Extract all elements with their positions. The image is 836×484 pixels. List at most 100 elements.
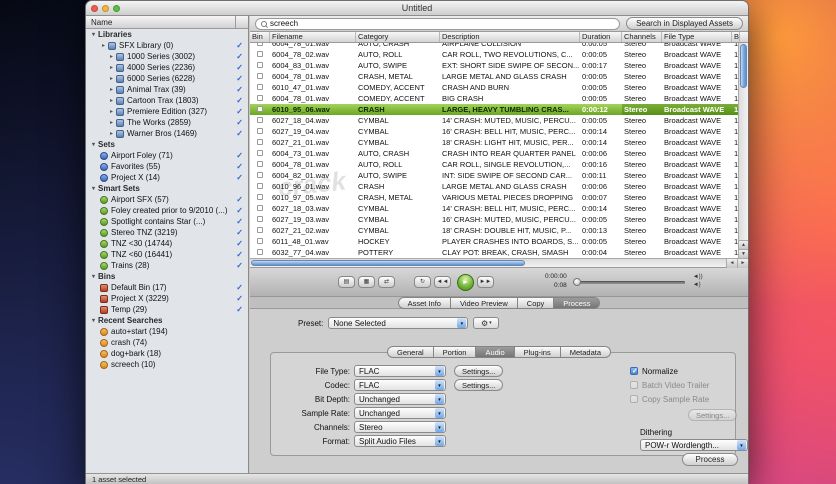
loop-button[interactable]: ↻ xyxy=(414,276,431,288)
field-dropdown-file-type[interactable]: FLAC ▼ xyxy=(354,365,446,377)
volume-control[interactable]: ◄)) ◄) xyxy=(693,274,703,290)
table-row[interactable]: 6010_97_05.wav CRASH, METAL VARIOUS METAL … xyxy=(250,192,738,203)
preset-dropdown[interactable]: None Selected ▼ xyxy=(328,317,469,329)
table-row[interactable]: 6010_96_01.wav CRASH LARGE METAL AND GLASS… xyxy=(250,181,738,192)
row-checkbox[interactable] xyxy=(257,194,263,200)
check-icon[interactable]: ✓ xyxy=(236,107,243,116)
table-row[interactable]: 6027_21_01.wav CYMBAL 18' CRASH: LIGHT HIT… xyxy=(250,137,738,148)
play-button[interactable]: ► xyxy=(457,273,474,291)
disclosure-triangle-icon[interactable]: ▸ xyxy=(108,86,115,93)
disclosure-triangle-icon[interactable]: ▸ xyxy=(108,75,115,82)
table-row[interactable]: 6004_78_02.wav AUTO, ROLL CAR ROLL, TWO RE… xyxy=(250,49,738,60)
transfer-button[interactable]: ⇄ xyxy=(378,276,395,288)
disclosure-triangle-icon[interactable]: ▸ xyxy=(108,108,115,115)
check-icon[interactable]: ✓ xyxy=(236,283,243,292)
row-checkbox[interactable] xyxy=(257,216,263,222)
close-button[interactable] xyxy=(91,4,98,12)
column-header-bit[interactable]: Bit xyxy=(732,32,740,42)
tab-video-preview[interactable]: Video Preview xyxy=(450,297,518,309)
sidebar-header[interactable]: Name xyxy=(86,16,248,29)
sidebar-item-temp-29[interactable]: Temp (29) ✓ xyxy=(86,304,248,315)
check-icon[interactable]: ✓ xyxy=(236,195,243,204)
check-icon[interactable]: ✓ xyxy=(236,162,243,171)
normalize-checkbox[interactable] xyxy=(630,367,638,375)
sidebar-item-sfx-library-0[interactable]: ▸ SFX Library (0) ✓ xyxy=(86,40,248,51)
column-header-category[interactable]: Category xyxy=(356,32,440,42)
check-icon[interactable]: ✓ xyxy=(236,305,243,314)
sidebar-item-premiere-edition-327[interactable]: ▸ Premiere Edition (327) ✓ xyxy=(86,106,248,117)
title-bar[interactable]: Untitled xyxy=(86,1,748,16)
search-input[interactable] xyxy=(270,19,615,28)
check-icon[interactable]: ✓ xyxy=(236,250,243,259)
check-icon[interactable]: ✓ xyxy=(236,217,243,226)
row-checkbox[interactable] xyxy=(257,161,263,167)
playback-slider-thumb[interactable] xyxy=(572,277,581,286)
row-checkbox[interactable] xyxy=(257,51,263,57)
field-dropdown-channels[interactable]: Stereo ▼ xyxy=(354,421,446,433)
row-checkbox[interactable] xyxy=(257,84,263,90)
table-row[interactable]: 6011_48_01.wav HOCKEY PLAYER CRASHES INTO … xyxy=(250,236,738,247)
check-icon[interactable]: ✓ xyxy=(236,239,243,248)
row-checkbox[interactable] xyxy=(257,62,263,68)
sidebar-check-column-header[interactable] xyxy=(235,16,248,28)
process-tab-portion[interactable]: Portion xyxy=(433,346,477,358)
table-row[interactable]: 6032_77_04.wav POTTERY CLAY POT: BREAK, CR… xyxy=(250,247,738,258)
check-icon[interactable]: ✓ xyxy=(236,85,243,94)
row-checkbox[interactable] xyxy=(257,150,263,156)
scroll-up-arrow[interactable]: ▲ xyxy=(739,240,748,249)
process-tab-audio[interactable]: Audio xyxy=(476,346,515,358)
sidebar-item-4000-series-2236[interactable]: ▸ 4000 Series (2236) ✓ xyxy=(86,62,248,73)
spectrum-view-button[interactable]: ▦ xyxy=(358,276,375,288)
field-dropdown-codec[interactable]: FLAC ▼ xyxy=(354,379,446,391)
preset-actions-button[interactable]: ⚙ ▾ xyxy=(473,317,500,329)
process-button[interactable]: Process xyxy=(682,453,738,466)
table-row[interactable]: 6027_18_04.wav CYMBAL 14' CRASH: MUTED, MU… xyxy=(250,115,738,126)
sidebar-item-animal-trax-39[interactable]: ▸ Animal Trax (39) ✓ xyxy=(86,84,248,95)
tab-asset-info[interactable]: Asset Info xyxy=(397,297,451,309)
sidebar-item-project-x-3229[interactable]: Project X (3229) ✓ xyxy=(86,293,248,304)
sidebar-item-dog-bark-18[interactable]: dog+bark (18) xyxy=(86,348,248,359)
field-dropdown-sample-rate[interactable]: Unchanged ▼ xyxy=(354,407,446,419)
fast-forward-button[interactable]: ►► xyxy=(477,276,494,288)
search-field[interactable] xyxy=(255,17,621,30)
table-row[interactable]: 6004_82_01.wav AUTO, SWIPE INT: SIDE SWIPE… xyxy=(250,170,738,181)
sidebar-item-screech-10[interactable]: screech (10) xyxy=(86,359,248,370)
check-icon[interactable]: ✓ xyxy=(236,118,243,127)
column-header-bin[interactable]: Bin xyxy=(250,32,270,42)
check-icon[interactable]: ✓ xyxy=(236,294,243,303)
table-row[interactable]: 6004_78_01.wav COMEDY, ACCENT BIG CRASH 0:0… xyxy=(250,93,738,104)
sidebar-item-favorites-55[interactable]: Favorites (55) ✓ xyxy=(86,161,248,172)
search-displayed-assets-button[interactable]: Search in Displayed Assets xyxy=(626,17,743,30)
table-row[interactable]: 6010_95_06.wav CRASH LARGE, HEAVY TUMBLING… xyxy=(250,104,738,115)
check-icon[interactable]: ✓ xyxy=(236,173,243,182)
scroll-left-arrow[interactable]: ◄ xyxy=(726,259,737,268)
row-checkbox[interactable] xyxy=(257,117,263,123)
field-dropdown-format[interactable]: Split Audio Files ▼ xyxy=(354,435,446,447)
row-checkbox[interactable] xyxy=(257,139,263,145)
row-checkbox[interactable] xyxy=(257,205,263,211)
disclosure-triangle-icon[interactable]: ▾ xyxy=(90,273,97,280)
rewind-button[interactable]: ◄◄ xyxy=(434,276,451,288)
disclosure-triangle-icon[interactable]: ▾ xyxy=(90,185,97,192)
sidebar-item-6000-series-6228[interactable]: ▸ 6000 Series (6228) ✓ xyxy=(86,73,248,84)
disclosure-triangle-icon[interactable]: ▾ xyxy=(90,317,97,324)
process-tab-plug-ins[interactable]: Plug-ins xyxy=(514,346,561,358)
disclosure-triangle-icon[interactable]: ▸ xyxy=(108,130,115,137)
column-header-filename[interactable]: Filename xyxy=(270,32,356,42)
sidebar-item-auto-start-194[interactable]: auto+start (194) xyxy=(86,326,248,337)
table-row[interactable]: 6027_19_03.wav CYMBAL 16' CRASH: MUTED, MU… xyxy=(250,214,738,225)
disclosure-triangle-icon[interactable]: ▸ xyxy=(108,64,115,71)
disclosure-triangle-icon[interactable]: ▸ xyxy=(100,42,107,49)
table-row[interactable]: 6004_83_01.wav AUTO, SWIPE EXT: SHORT SIDE… xyxy=(250,60,738,71)
check-icon[interactable]: ✓ xyxy=(236,206,243,215)
table-row[interactable]: 6027_21_02.wav CYMBAL 18' CRASH: DOUBLE HI… xyxy=(250,225,738,236)
vertical-scrollbar[interactable]: ▲ ▼ xyxy=(738,43,748,258)
row-checkbox[interactable] xyxy=(257,73,263,79)
sidebar-item-stereo-tnz-3219[interactable]: Stereo TNZ (3219) ✓ xyxy=(86,227,248,238)
row-checkbox[interactable] xyxy=(257,106,263,112)
check-icon[interactable]: ✓ xyxy=(236,41,243,50)
disclosure-triangle-icon[interactable]: ▾ xyxy=(90,31,97,38)
table-row[interactable]: 6004_78_01.wav AUTO, ROLL CAR ROLL, SINGLE… xyxy=(250,159,738,170)
sidebar-item-airport-sfx-57[interactable]: Airport SFX (57) ✓ xyxy=(86,194,248,205)
zoom-button[interactable] xyxy=(113,4,120,12)
